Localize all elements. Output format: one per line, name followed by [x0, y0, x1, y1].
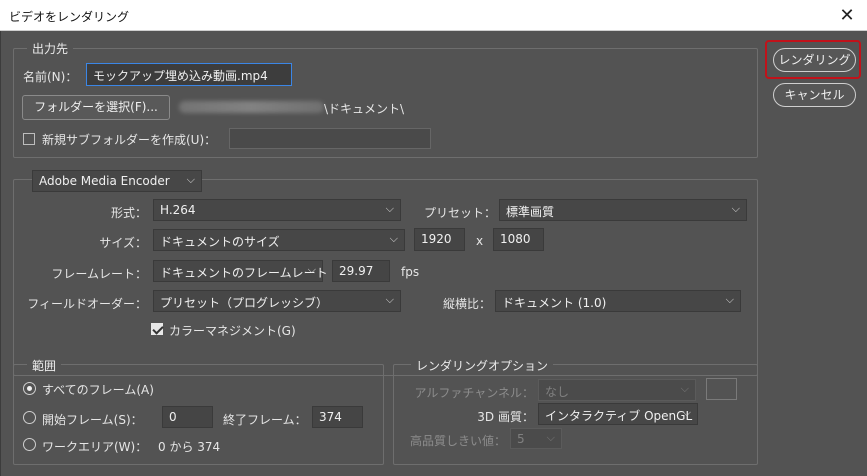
fps-input[interactable]: 29.97 — [332, 260, 390, 282]
field-order-select[interactable]: プリセット（プログレッシブ） ⌵ — [153, 290, 401, 312]
size-x-label: x — [476, 234, 484, 248]
height-input[interactable]: 1080 — [493, 228, 544, 251]
format-select[interactable]: H.264 ⌵ — [153, 199, 401, 221]
color-management-label: カラーマネジメント(G) — [169, 324, 296, 338]
all-frames-radio[interactable] — [23, 382, 36, 395]
format-value: H.264 — [160, 203, 196, 217]
alpha-label: アルファチャンネル： — [414, 386, 534, 400]
all-frames-label: すべてのフレーム(A) — [42, 383, 154, 397]
color-management-checkbox[interactable] — [151, 323, 163, 335]
subfolder-label: 新規サブフォルダーを作成(U)： — [42, 133, 217, 147]
quality-3d-select[interactable]: インタラクティブ OpenGL ⌵ — [538, 403, 698, 425]
subfolder-input[interactable] — [229, 128, 431, 149]
work-area-label: ワークエリア(W)： — [42, 440, 148, 454]
width-input[interactable]: 1920 — [414, 228, 465, 251]
chevron-down-icon: ⌵ — [385, 202, 394, 215]
preset-select[interactable]: 標準画質 ⌵ — [499, 199, 747, 221]
folder-path-redacted — [179, 101, 324, 113]
encoder-select[interactable]: Adobe Media Encoder ⌵ — [32, 170, 202, 192]
chevron-down-icon: ⌵ — [725, 293, 734, 306]
aspect-select[interactable]: ドキュメント (1.0) ⌵ — [495, 290, 741, 312]
aspect-label: 縦横比： — [442, 297, 491, 311]
field-order-label: フィールドオーダー： — [27, 297, 147, 311]
title-bar: ビデオをレンダリング ✕ — [0, 0, 867, 31]
preset-value: 標準画質 — [506, 205, 555, 219]
render-options-legend: レンダリングオプション — [411, 357, 554, 374]
framerate-label: フレームレート： — [51, 267, 147, 281]
field-order-value: プリセット（プログレッシブ） — [160, 296, 329, 310]
chevron-down-icon: ⌵ — [186, 173, 195, 186]
quality-3d-value: インタラクティブ OpenGL — [545, 409, 693, 423]
quality-3d-label: 3D 画質： — [477, 410, 534, 424]
chevron-down-icon: ⌵ — [385, 293, 394, 306]
dialog-body: 出力先 名前(N)： モックアップ埋め込み動画.mp4 フォルダーを選択(F).… — [0, 31, 867, 476]
render-button[interactable]: レンダリング — [773, 48, 856, 72]
hq-threshold-select: 5 ⌵ — [510, 428, 562, 449]
choose-folder-button[interactable]: フォルダーを選択(F)... — [22, 95, 170, 120]
alpha-value: なし — [545, 385, 570, 399]
size-select[interactable]: ドキュメントのサイズ ⌵ — [153, 229, 405, 251]
aspect-value: ドキュメント (1.0) — [502, 296, 607, 310]
framerate-select[interactable]: ドキュメントのフレームレート ⌵ — [153, 260, 328, 282]
output-legend: 出力先 — [27, 40, 74, 57]
window-title: ビデオをレンダリング — [9, 10, 130, 24]
start-frame-input[interactable]: 0 — [162, 406, 213, 428]
chevron-down-icon: ⌵ — [682, 406, 691, 419]
hq-threshold-label: 高品質しきい値： — [409, 434, 506, 448]
close-icon[interactable]: ✕ — [827, 0, 867, 31]
end-frame-input[interactable]: 374 — [312, 406, 363, 428]
chevron-down-icon: ⌵ — [680, 382, 689, 395]
hq-threshold-value: 5 — [517, 432, 525, 446]
folder-path: \ドキュメント\ — [324, 102, 405, 116]
size-value: ドキュメントのサイズ — [160, 235, 280, 249]
alpha-select: なし ⌵ — [538, 379, 696, 401]
chevron-down-icon: ⌵ — [307, 263, 316, 276]
framerate-value: ドキュメントのフレームレート — [160, 266, 328, 280]
format-label: 形式： — [110, 206, 147, 220]
range-legend: 範囲 — [27, 357, 62, 374]
fps-unit: fps — [401, 265, 420, 279]
start-frame-label: 開始フレーム(S)： — [42, 413, 143, 427]
alpha-color-swatch — [706, 378, 737, 400]
chevron-down-icon: ⌵ — [389, 232, 398, 245]
end-frame-label: 終了フレーム： — [223, 413, 307, 427]
preset-label: プリセット： — [423, 206, 496, 220]
start-frame-radio[interactable] — [23, 411, 36, 424]
chevron-down-icon: ⌵ — [731, 202, 740, 215]
work-area-radio[interactable] — [23, 438, 36, 451]
subfolder-checkbox[interactable] — [23, 133, 35, 145]
file-name-input[interactable]: モックアップ埋め込み動画.mp4 — [86, 63, 292, 86]
encoder-select-value: Adobe Media Encoder — [39, 174, 170, 188]
name-label: 名前(N)： — [23, 70, 78, 84]
cancel-button[interactable]: キャンセル — [773, 83, 856, 107]
work-area-value: 0 から 374 — [158, 440, 221, 454]
size-label: サイズ： — [99, 236, 147, 250]
chevron-down-icon: ⌵ — [546, 431, 555, 444]
